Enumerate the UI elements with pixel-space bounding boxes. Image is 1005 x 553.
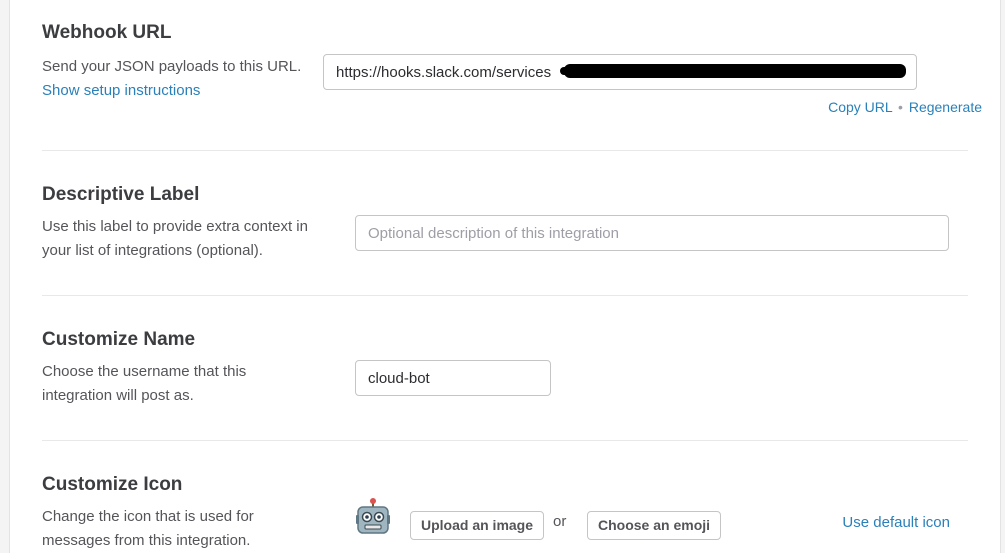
show-setup-instructions-link[interactable]: Show setup instructions (42, 82, 200, 99)
customize-name-description: Choose the username that this integratio… (42, 363, 247, 404)
section-divider (42, 150, 968, 151)
url-redaction-bar (564, 64, 906, 78)
actions-separator: • (898, 99, 903, 115)
copy-url-link[interactable]: Copy URL (828, 99, 892, 115)
robot-icon (356, 498, 390, 534)
descriptive-label-description: Use this label to provide extra context … (42, 218, 308, 259)
username-input[interactable] (355, 360, 551, 396)
use-default-icon-link[interactable]: Use default icon (842, 514, 950, 531)
webhook-url-description: Send your JSON payloads to this URL. Sho… (42, 55, 342, 103)
webhook-url-field[interactable]: https://hooks.slack.com/services (323, 54, 917, 90)
regenerate-link[interactable]: Regenerate (909, 99, 982, 115)
customize-icon-description: Change the icon that is used for message… (42, 508, 254, 549)
webhook-url-actions: Copy URL • Regenerate (828, 99, 982, 115)
descriptive-label-input[interactable] (355, 215, 949, 251)
descriptive-label-title: Descriptive Label (42, 184, 200, 205)
section-divider (42, 440, 968, 441)
choose-emoji-button[interactable]: Choose an emoji (587, 511, 722, 540)
webhook-url-description-text: Send your JSON payloads to this URL. (42, 58, 302, 75)
upload-image-button[interactable]: Upload an image (410, 511, 545, 540)
section-divider (42, 295, 968, 296)
customize-name-title: Customize Name (42, 329, 196, 350)
integration-settings-panel: Webhook URL Send your JSON payloads to t… (9, 0, 1001, 553)
webhook-url-title: Webhook URL (42, 22, 172, 43)
customize-icon-title: Customize Icon (42, 474, 183, 495)
webhook-url-value[interactable]: https://hooks.slack.com/services (336, 64, 551, 81)
or-separator-text: or (553, 513, 567, 530)
